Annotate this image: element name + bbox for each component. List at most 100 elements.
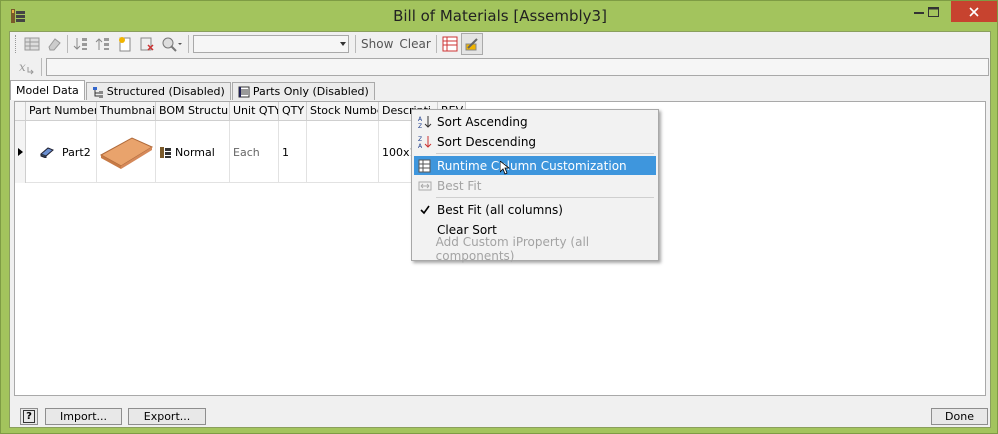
svg-text:Z: Z	[418, 123, 422, 129]
svg-text:A: A	[418, 116, 423, 123]
part-thumbnail-image	[99, 137, 153, 169]
mouse-cursor-icon	[500, 161, 510, 175]
column-header-qty[interactable]: QTY	[279, 102, 307, 121]
sort-up-button[interactable]	[92, 33, 114, 55]
tab-structured[interactable]: Structured (Disabled)	[85, 82, 231, 100]
column-chooser-button[interactable]	[439, 33, 461, 55]
title-bar[interactable]: Bill of Materials [Assembly3]	[1, 1, 998, 31]
export-button[interactable]: Export...	[128, 408, 206, 425]
sort-up-icon	[95, 38, 109, 50]
new-item-button[interactable]	[114, 33, 136, 55]
delete-document-icon	[140, 37, 154, 51]
sort-down-button[interactable]	[70, 33, 92, 55]
column-context-menu: AZ Sort Ascending ZA Sort Descending Run…	[411, 109, 659, 263]
toolbar-grip[interactable]	[15, 35, 18, 53]
tab-strip: Model Data Structured (Disabled) Parts O…	[10, 80, 376, 100]
structured-icon	[92, 86, 103, 98]
tab-label: Parts Only (Disabled)	[252, 85, 369, 98]
menu-item-label: Best Fit (all columns)	[437, 202, 563, 217]
svg-text:A: A	[418, 143, 423, 149]
svg-text:Z: Z	[418, 136, 422, 143]
find-button[interactable]	[158, 33, 186, 55]
column-header-stock-number[interactable]: Stock Number	[307, 102, 379, 121]
menu-item-best-fit-all-columns[interactable]: Best Fit (all columns)	[414, 200, 656, 219]
formula-separator	[41, 58, 42, 76]
column-customization-icon	[415, 156, 435, 175]
formula-bar: x	[13, 56, 989, 78]
column-header-part-number[interactable]: Part Number	[26, 102, 97, 121]
menu-item-label: Runtime Column Customization	[437, 158, 627, 173]
tab-label: Model Data	[16, 84, 79, 97]
row-indicator-header	[15, 102, 26, 121]
find-icon	[162, 37, 182, 52]
menu-item-best-fit: Best Fit	[414, 176, 656, 195]
bom-window: Bill of Materials [Assembly3] Show Clear…	[0, 0, 998, 434]
cell-unit-qty[interactable]: Each	[230, 121, 279, 183]
toolbar-separator	[188, 35, 189, 53]
export-parts-button[interactable]	[460, 33, 483, 55]
bom-editor-button[interactable]	[21, 33, 43, 55]
clear-button[interactable]: Clear	[396, 37, 433, 51]
column-header-thumbnail[interactable]: Thumbnail	[97, 102, 156, 121]
toolbar-separator	[435, 35, 437, 53]
cell-thumbnail	[97, 121, 156, 183]
cell-qty[interactable]: 1	[279, 121, 307, 183]
new-document-icon	[119, 37, 131, 52]
part-number-text: Part2	[62, 145, 91, 159]
menu-item-label: Sort Descending	[437, 134, 537, 149]
column-header-bom-structure[interactable]: BOM Structure	[156, 102, 230, 121]
grid-header: Part Number Thumbnail BOM Structure Unit…	[15, 102, 466, 121]
tab-label: Structured (Disabled)	[106, 85, 225, 98]
menu-item-label: Sort Ascending	[437, 114, 528, 129]
import-button[interactable]: Import...	[45, 408, 122, 425]
eraser-icon	[48, 38, 61, 51]
column-header-unit-qty[interactable]: Unit QTY	[230, 102, 279, 121]
table-icon	[24, 37, 40, 51]
sort-down-icon	[73, 38, 87, 50]
tab-parts-only[interactable]: Parts Only (Disabled)	[231, 82, 375, 100]
bom-structure-icon	[160, 146, 171, 158]
menu-item-sort-ascending[interactable]: AZ Sort Ascending	[414, 112, 656, 131]
cell-part-number[interactable]: Part2	[26, 121, 97, 183]
menu-item-runtime-column-customization[interactable]: Runtime Column Customization	[414, 156, 656, 175]
eraser-button[interactable]	[43, 33, 65, 55]
sort-ascending-icon: AZ	[415, 112, 435, 131]
parts-list-icon	[238, 86, 250, 97]
close-icon	[969, 6, 979, 17]
formula-button[interactable]: x	[17, 58, 37, 76]
part-icon	[40, 147, 54, 158]
toolbar-separator	[67, 35, 68, 53]
toolbar-separator	[355, 35, 356, 53]
row-indicator[interactable]	[15, 121, 26, 183]
close-button[interactable]	[951, 1, 997, 22]
menu-item-label: Best Fit	[437, 178, 482, 193]
done-button[interactable]: Done	[931, 408, 988, 425]
cell-bom-structure[interactable]: Normal	[156, 121, 230, 183]
svg-text:x: x	[19, 60, 26, 74]
best-fit-icon	[415, 176, 435, 195]
table-row[interactable]: Part2 Normal Each 1 100x10	[15, 121, 466, 183]
formula-input[interactable]	[46, 58, 989, 76]
menu-item-add-custom-iproperty: Add Custom iProperty (all components)	[414, 235, 656, 263]
help-button[interactable]: ?	[20, 408, 38, 425]
menu-item-sort-descending[interactable]: ZA Sort Descending	[414, 132, 656, 151]
view-combo[interactable]	[193, 35, 349, 53]
formula-icon: x	[19, 60, 34, 75]
menu-separator	[436, 153, 654, 154]
sort-descending-icon: ZA	[415, 132, 435, 151]
menu-separator	[436, 197, 654, 198]
chevron-down-icon	[340, 42, 346, 46]
cell-stock-number[interactable]	[307, 121, 379, 183]
row-pointer-icon	[17, 148, 23, 156]
menu-item-label: Add Custom iProperty (all components)	[435, 234, 590, 263]
window-title: Bill of Materials [Assembly3]	[393, 7, 607, 25]
maximize-icon	[927, 6, 939, 17]
help-icon: ?	[23, 410, 35, 423]
delete-item-button[interactable]	[136, 33, 158, 55]
column-chooser-icon	[442, 36, 458, 52]
tab-model-data[interactable]: Model Data	[10, 80, 85, 100]
toolbar: Show Clear	[13, 32, 988, 56]
show-button[interactable]: Show	[358, 37, 396, 51]
maximize-button[interactable]	[918, 1, 948, 22]
bom-structure-text: Normal	[175, 145, 215, 159]
